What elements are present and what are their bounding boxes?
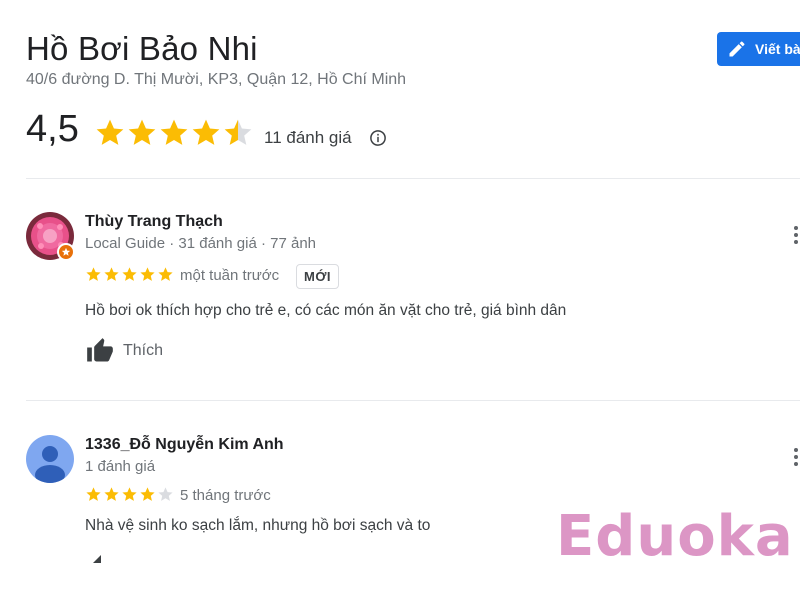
divider [26,400,800,401]
review-text: Nhà vệ sinh ko sạch lắm, nhưng hồ bơi sạ… [85,517,431,534]
write-review-button[interactable]: Viết bài [717,32,800,66]
rating-value: 4,5 [26,108,79,150]
star-icon [104,487,119,501]
star-icon [158,487,173,501]
thumbs-up-icon [87,338,113,362]
star-icon [104,267,119,281]
like-button[interactable]: Thích [85,337,163,365]
reviewer-name[interactable]: Thùy Trang Thạch [85,213,223,231]
reviewer-meta: Local Guide · 31 đánh giá · 77 ảnh [85,235,316,252]
reviewer-name[interactable]: 1336_Đỗ Nguyễn Kim Anh [85,436,284,454]
divider [26,178,800,179]
review-text: Hồ bơi ok thích hợp cho trẻ e, có các mó… [85,302,567,319]
pencil-icon [729,41,745,57]
place-title: Hồ Bơi Bảo Nhi [26,30,258,67]
info-icon[interactable] [369,129,387,152]
review-stars [85,266,174,283]
rating-stars [94,117,254,149]
like-label: Thích [123,342,164,359]
star-icon [140,267,155,281]
reviewer-meta: 1 đánh giá [85,458,156,475]
star-icon [158,267,173,281]
review-time: một tuần trước [180,267,280,284]
more-options-icon[interactable] [792,448,800,466]
review-time: 5 tháng trước [180,487,271,504]
default-person-avatar [26,435,74,483]
star-icon [86,267,101,281]
star-icon [86,487,101,501]
star-icon [140,487,155,501]
place-address: 40/6 đường D. Thị Mười, KP3, Quận 12, Hồ… [26,71,407,88]
star-icon [160,119,188,145]
star-icon [224,119,252,145]
star-icon [122,267,137,281]
review-stars [85,486,174,503]
star-icon [192,119,220,145]
star-icon [96,119,124,145]
star-icon [128,119,156,145]
more-options-icon[interactable] [792,226,800,244]
star-icon [122,487,137,501]
thumbs-up-icon[interactable] [93,550,105,568]
eduoka-watermark-logo: Eduoka [556,504,794,569]
new-badge: MỚI [296,264,340,289]
write-review-label: Viết bài [755,41,800,57]
reviewer-avatar[interactable] [26,435,74,483]
local-guide-badge-icon [57,243,75,261]
review-count[interactable]: 11 đánh giá [264,128,352,148]
